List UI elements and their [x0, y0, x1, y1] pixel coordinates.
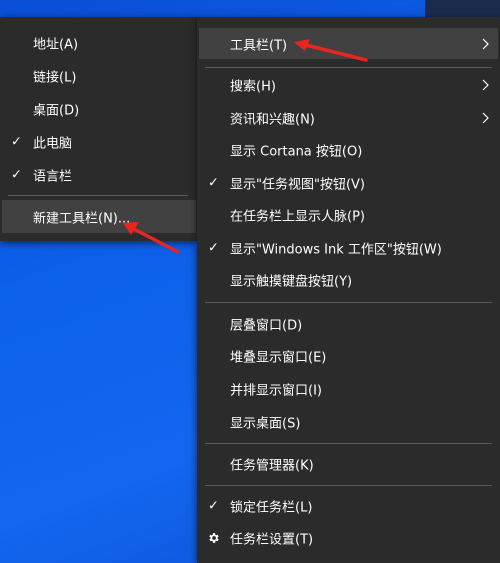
- menu-separator: [205, 485, 492, 486]
- submenu-item-new-toolbar[interactable]: 新建工具栏(N)...: [2, 200, 196, 233]
- submenu-item-label: 桌面(D): [33, 103, 80, 118]
- menu-item-search[interactable]: 搜索(H): [197, 69, 500, 100]
- taskbar-context-menu: 工具栏(T) 搜索(H) 资讯和兴趣(N) 显示 Cortana 按钮(O) ✓…: [197, 17, 500, 563]
- menu-item-show-task-view[interactable]: ✓ 显示"任务视图"按钮(V): [197, 167, 500, 198]
- checkmark-icon: ✓: [208, 175, 219, 190]
- submenu-item-label: 此电脑: [33, 136, 73, 151]
- menu-separator: [205, 67, 492, 68]
- submenu-item-address[interactable]: 地址(A): [0, 27, 198, 58]
- menu-item-show-desktop[interactable]: 显示桌面(S): [197, 406, 500, 437]
- menu-item-news-interests[interactable]: 资讯和兴趣(N): [197, 102, 500, 133]
- submenu-item-this-pc[interactable]: ✓ 此电脑: [0, 126, 198, 157]
- menu-item-show-windows-ink[interactable]: ✓ 显示"Windows Ink 工作区"按钮(W): [197, 232, 500, 263]
- menu-item-show-people[interactable]: 在任务栏上显示人脉(P): [197, 199, 500, 230]
- menu-item-taskbar-settings[interactable]: 任务栏设置(T): [197, 522, 500, 553]
- toolbars-submenu: 地址(A) 链接(L) 桌面(D) ✓ 此电脑 ✓ 语言栏 新建工具栏(N)..…: [0, 17, 198, 241]
- menu-item-task-manager[interactable]: 任务管理器(K): [197, 448, 500, 479]
- submenu-item-label: 语言栏: [33, 169, 73, 184]
- menu-item-label: 显示 Cortana 按钮(O): [230, 144, 363, 159]
- menu-item-cascade-windows[interactable]: 层叠窗口(D): [197, 308, 500, 339]
- chevron-right-icon: [482, 38, 489, 49]
- submenu-item-label: 地址(A): [33, 37, 79, 52]
- menu-item-label: 在任务栏上显示人脉(P): [230, 209, 365, 224]
- menu-item-label: 显示"Windows Ink 工作区"按钮(W): [230, 242, 442, 257]
- menu-item-show-cortana[interactable]: 显示 Cortana 按钮(O): [197, 134, 500, 165]
- menu-item-label: 任务管理器(K): [230, 458, 314, 473]
- menu-item-label: 任务栏设置(T): [230, 532, 314, 547]
- window-strip: [425, 0, 500, 17]
- submenu-item-language-bar[interactable]: ✓ 语言栏: [0, 159, 198, 190]
- checkmark-icon: ✓: [208, 498, 219, 513]
- chevron-right-icon: [482, 79, 489, 90]
- menu-item-label: 资讯和兴趣(N): [230, 112, 315, 127]
- menu-separator: [205, 302, 492, 303]
- gear-icon: [209, 532, 219, 543]
- menu-item-label: 层叠窗口(D): [230, 318, 303, 333]
- menu-item-label: 显示桌面(S): [230, 416, 301, 431]
- submenu-item-label: 链接(L): [33, 70, 77, 85]
- menu-item-show-touch-keyboard[interactable]: 显示触摸键盘按钮(Y): [197, 264, 500, 295]
- menu-item-label: 显示"任务视图"按钮(V): [230, 177, 365, 192]
- submenu-item-desktop[interactable]: 桌面(D): [0, 93, 198, 124]
- checkmark-icon: ✓: [11, 167, 22, 182]
- menu-item-label: 堆叠显示窗口(E): [230, 350, 327, 365]
- menu-item-side-by-side[interactable]: 并排显示窗口(I): [197, 373, 500, 404]
- submenu-item-label: 新建工具栏(N)...: [33, 211, 131, 226]
- menu-item-label: 锁定任务栏(L): [230, 500, 313, 515]
- menu-item-lock-taskbar[interactable]: ✓ 锁定任务栏(L): [197, 490, 500, 521]
- chevron-right-icon: [482, 112, 489, 123]
- menu-item-label: 并排显示窗口(I): [230, 383, 322, 398]
- submenu-item-links[interactable]: 链接(L): [0, 60, 198, 91]
- menu-item-label: 显示触摸键盘按钮(Y): [230, 274, 353, 289]
- checkmark-icon: ✓: [11, 134, 22, 149]
- menu-item-stack-windows[interactable]: 堆叠显示窗口(E): [197, 340, 500, 371]
- menu-item-toolbars[interactable]: 工具栏(T): [199, 28, 498, 59]
- menu-item-label: 搜索(H): [230, 79, 276, 94]
- checkmark-icon: ✓: [208, 240, 219, 255]
- menu-item-label: 工具栏(T): [230, 38, 288, 53]
- menu-separator: [8, 195, 188, 196]
- menu-separator: [205, 443, 492, 444]
